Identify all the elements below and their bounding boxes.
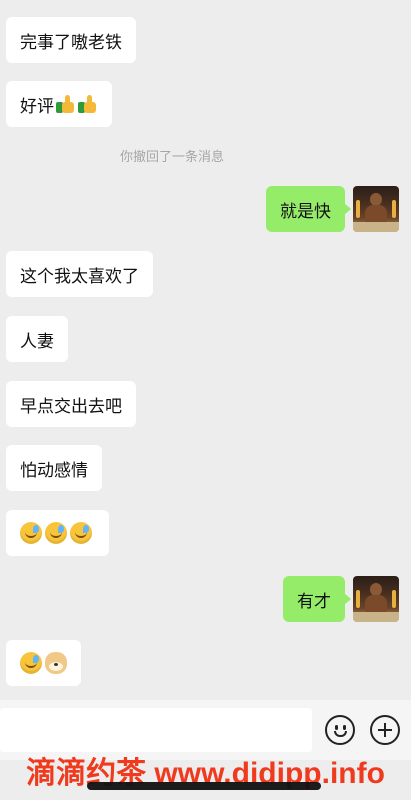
message-text: 早点交出去吧 [20, 396, 122, 417]
message-text: 有才 [297, 591, 331, 612]
chat-message-list[interactable]: 完事了嗷老铁 好评 你撤回了一条消息 就是快 这个我太喜欢了 人妻 早点交出去吧 [0, 0, 411, 700]
message-bubble[interactable]: 人妻 [6, 316, 68, 362]
message-bubble[interactable]: 怕动感情 [6, 445, 102, 491]
recall-notice: 你撤回了一条消息 [119, 150, 224, 165]
message-row: 有才 [283, 576, 399, 622]
message-text: 就是快 [280, 201, 331, 222]
message-bubble[interactable] [6, 510, 109, 556]
doge-icon [45, 652, 67, 674]
message-text: 人妻 [20, 331, 54, 352]
message-row: 完事了嗷老铁 [6, 17, 136, 63]
thumbs-up-icon [56, 94, 76, 114]
laughing-crying-face-icon [20, 652, 42, 674]
message-row: 怕动感情 [6, 445, 102, 491]
message-bubble[interactable]: 完事了嗷老铁 [6, 17, 136, 63]
message-bubble[interactable]: 早点交出去吧 [6, 381, 136, 427]
watermark-text: 滴滴约茶 www.didipp.info [26, 757, 385, 790]
avatar[interactable] [353, 576, 399, 622]
message-bubble[interactable]: 好评 [6, 81, 112, 127]
message-bubble[interactable]: 有才 [283, 576, 351, 622]
message-text: 怕动感情 [20, 460, 88, 481]
message-bubble[interactable]: 这个我太喜欢了 [6, 251, 153, 297]
message-text: 完事了嗷老铁 [20, 32, 122, 53]
laughing-crying-face-icon [45, 522, 67, 544]
message-text: 这个我太喜欢了 [20, 266, 139, 287]
message-row [6, 510, 109, 556]
message-row: 好评 [6, 81, 112, 127]
message-bubble[interactable] [6, 640, 81, 686]
home-indicator[interactable] [87, 782, 321, 790]
message-row: 早点交出去吧 [6, 381, 136, 427]
laughing-crying-face-icon [70, 522, 92, 544]
message-row: 就是快 [266, 186, 399, 232]
avatar[interactable] [353, 186, 399, 232]
message-row: 人妻 [6, 316, 68, 362]
message-text: 好评 [20, 96, 54, 117]
message-bubble[interactable]: 就是快 [266, 186, 351, 232]
message-row [6, 640, 81, 686]
thumbs-up-icon [78, 94, 98, 114]
laughing-crying-face-icon [20, 522, 42, 544]
message-row: 这个我太喜欢了 [6, 251, 153, 297]
